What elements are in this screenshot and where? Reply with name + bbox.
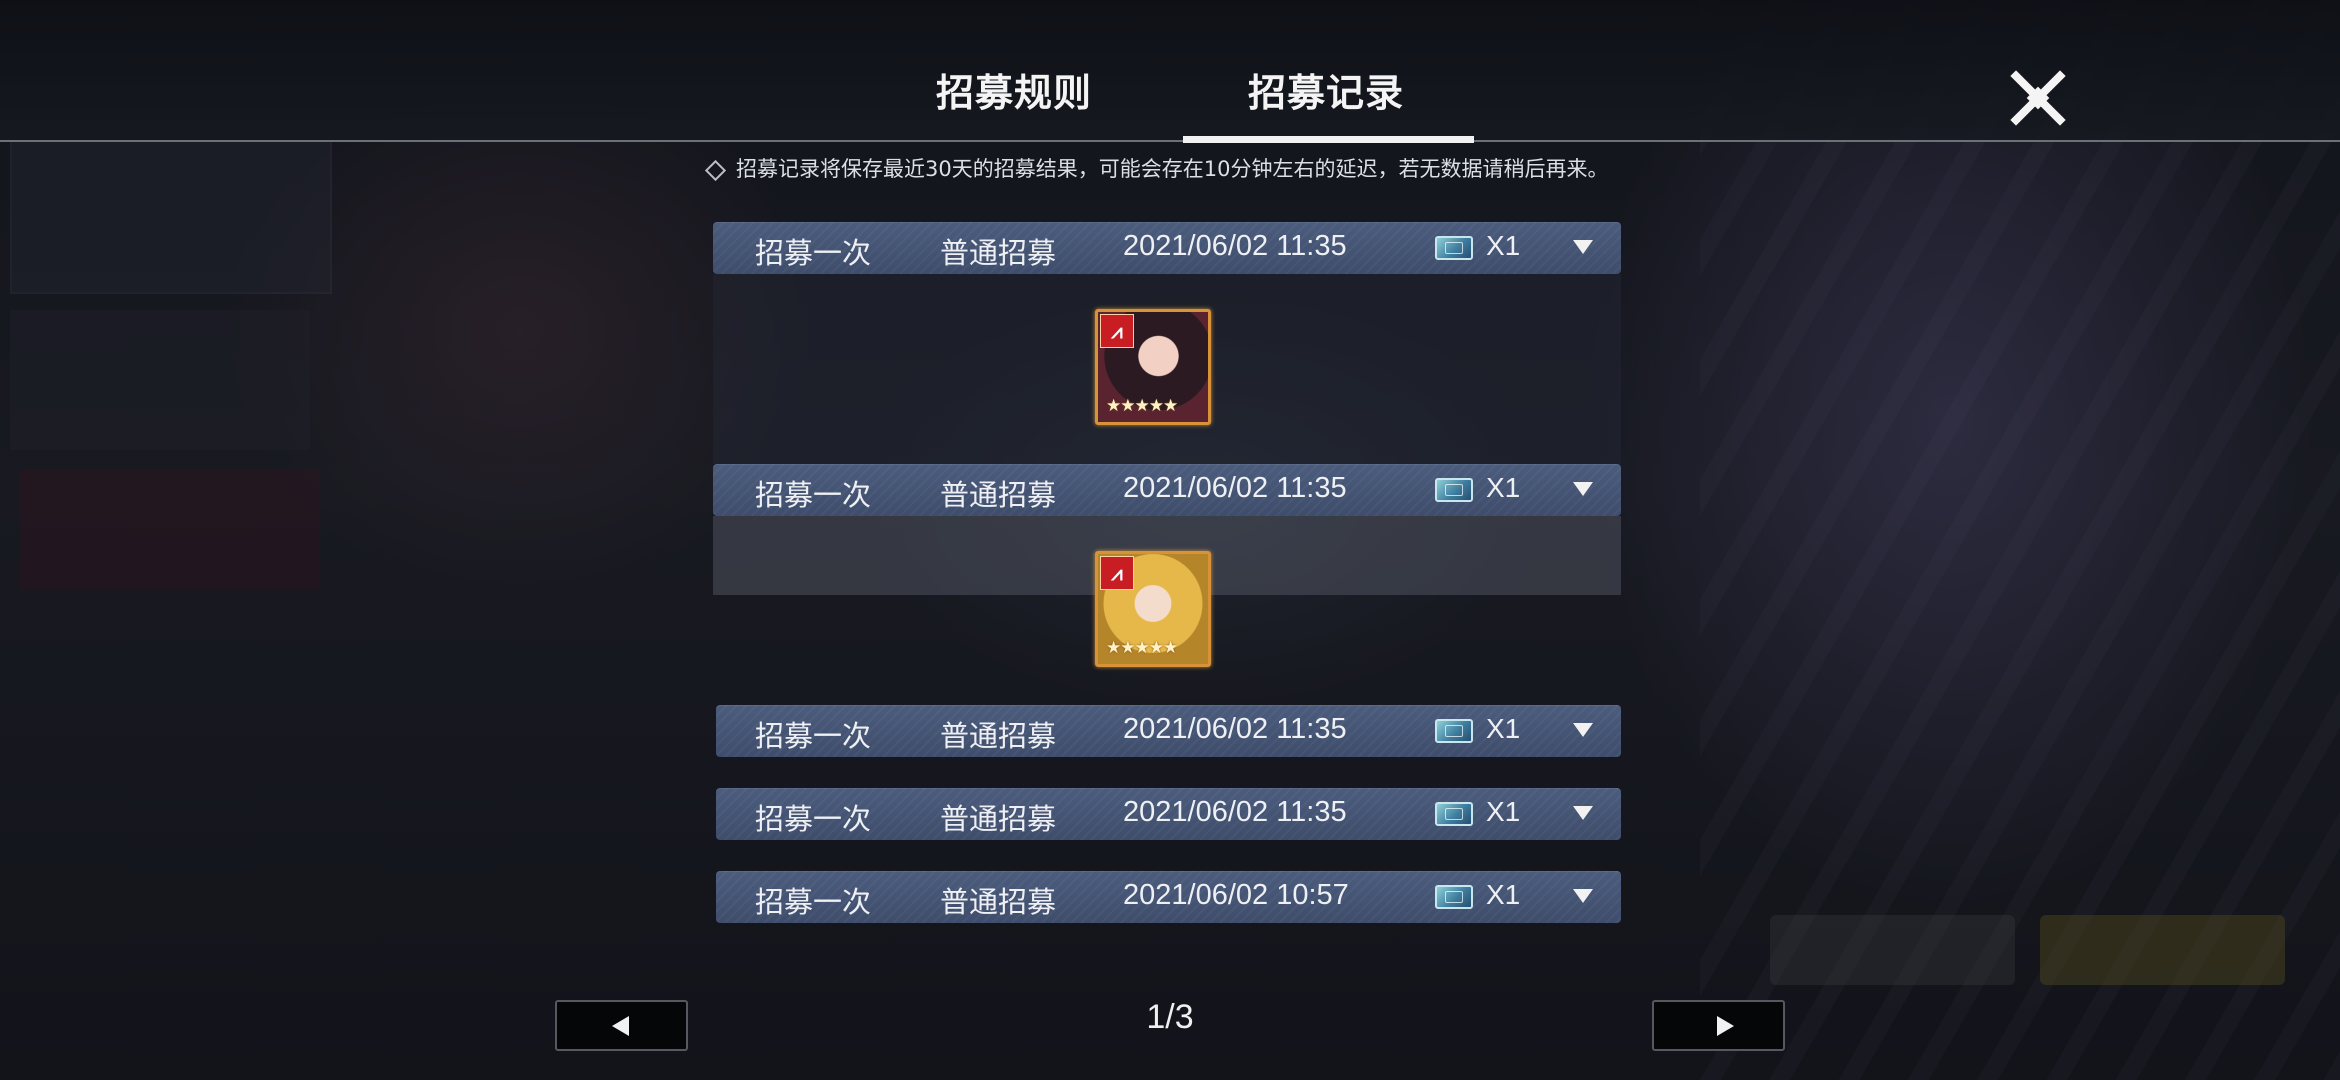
close-icon [2010,70,2066,126]
chevron-down-icon[interactable] [1573,482,1593,496]
header-bar [0,0,2340,142]
prev-page-button[interactable] [555,1000,688,1051]
record-count: X1 [1486,713,1521,744]
record-pool: 普通招募 [940,478,1057,512]
record-count: X1 [1486,230,1521,261]
faction-badge-icon: ⩘ [1100,314,1134,348]
record-pool: 普通招募 [940,236,1057,270]
ticket-icon [1435,236,1473,260]
star-rating: ★★★★★ [1106,396,1178,416]
background-art-wing [1700,0,2340,1080]
ticket-icon [1435,719,1473,743]
chevron-down-icon[interactable] [1573,889,1593,903]
record-row[interactable]: 招募一次 普通招募 2021/06/02 11:35 X1 [716,788,1621,840]
record-type: 招募一次 [755,885,872,919]
ticket-icon [1435,478,1473,502]
record-count: X1 [1486,472,1521,503]
next-arrow-icon [1717,1016,1734,1036]
diamond-bullet-icon [704,159,727,182]
notice-text: 招募记录将保存最近30天的招募结果，可能会存在10分钟左右的延迟，若无数据请稍后… [736,157,1609,181]
record-row[interactable]: 招募一次 普通招募 2021/06/02 11:35 X1 [713,222,1621,274]
background-panel [10,310,310,450]
record-count: X1 [1486,796,1521,827]
record-type: 招募一次 [755,478,872,512]
record-time: 2021/06/02 11:35 [1123,472,1347,504]
record-type: 招募一次 [755,236,872,270]
ticket-icon [1435,802,1473,826]
record-time: 2021/06/02 11:35 [1123,713,1347,745]
tab-recruit-records[interactable]: 招募记录 [1248,62,1404,117]
background-panel [20,470,320,590]
next-page-button[interactable] [1652,1000,1785,1051]
star-rating: ★★★★★ [1106,638,1178,658]
background-panel [10,140,332,294]
record-time: 2021/06/02 11:35 [1123,230,1347,262]
faction-badge-icon: ⩘ [1100,556,1134,590]
record-row[interactable]: 招募一次 普通招募 2021/06/02 10:57 X1 [716,871,1621,923]
record-count: X1 [1486,879,1521,910]
prev-arrow-icon [612,1016,629,1036]
close-button[interactable] [2010,70,2066,126]
record-type: 招募一次 [755,802,872,836]
record-result-panel: ⩘ ★★★★★ [713,274,1621,464]
page-indicator: 1/3 [1146,998,1194,1036]
record-pool: 普通招募 [940,802,1057,836]
chevron-down-icon[interactable] [1573,240,1593,254]
ticket-icon [1435,885,1473,909]
notice: 招募记录将保存最近30天的招募结果，可能会存在10分钟左右的延迟，若无数据请稍后… [704,154,1628,184]
character-card[interactable]: ⩘ ★★★★★ [1095,309,1211,425]
background-button [2040,915,2285,985]
record-row[interactable]: 招募一次 普通招募 2021/06/02 11:35 X1 [713,464,1621,516]
record-pool: 普通招募 [940,885,1057,919]
record-time: 2021/06/02 11:35 [1123,796,1347,828]
chevron-down-icon[interactable] [1573,723,1593,737]
record-pool: 普通招募 [940,719,1057,753]
record-type: 招募一次 [755,719,872,753]
character-card[interactable]: ⩘ ★★★★★ [1095,551,1211,667]
header-divider [0,140,2340,142]
chevron-down-icon[interactable] [1573,806,1593,820]
active-tab-underline [1183,136,1474,143]
record-row[interactable]: 招募一次 普通招募 2021/06/02 11:35 X1 [716,705,1621,757]
background-button [1770,915,2015,985]
record-time: 2021/06/02 10:57 [1123,879,1349,911]
tab-recruit-rules[interactable]: 招募规则 [936,62,1092,117]
